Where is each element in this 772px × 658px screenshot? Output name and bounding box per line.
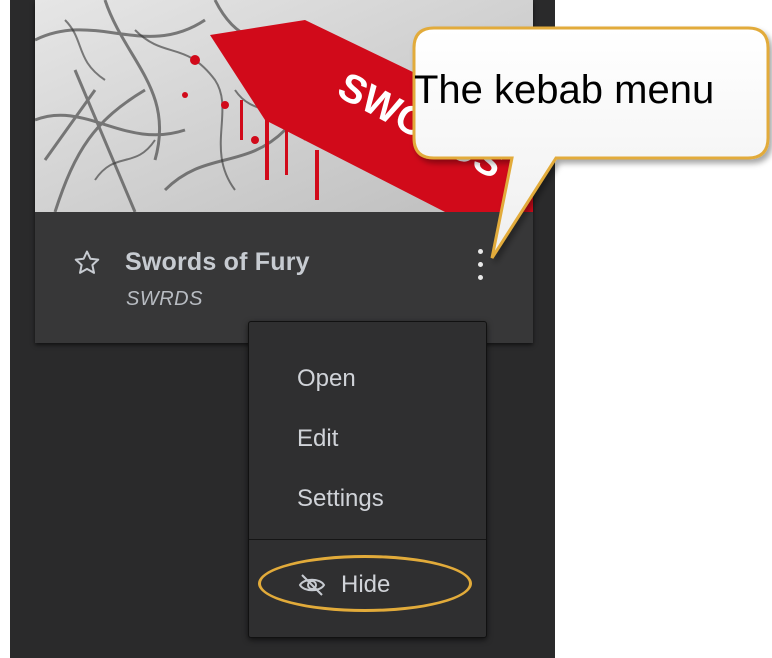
- project-title[interactable]: Swords of Fury: [125, 248, 310, 277]
- project-key: SWRDS: [126, 288, 203, 310]
- menu-item-settings[interactable]: Settings: [249, 474, 486, 524]
- menu-item-edit[interactable]: Edit: [249, 414, 486, 464]
- kebab-dot: [478, 275, 483, 280]
- menu-item-hide-label: Hide: [341, 571, 391, 598]
- star-outline-icon[interactable]: [72, 248, 102, 278]
- menu-divider: [249, 539, 486, 540]
- kebab-icon[interactable]: [470, 246, 492, 284]
- kebab-dot: [478, 249, 483, 254]
- kebab-dropdown-menu: Open Edit Settings Hide: [248, 321, 487, 638]
- kebab-dot: [478, 262, 483, 267]
- project-card[interactable]: SWORDS OF FURY Swords of Fury SWRDS: [35, 0, 533, 343]
- menu-item-open[interactable]: Open: [249, 354, 486, 404]
- callout-text: The kebab menu: [414, 68, 715, 112]
- menu-item-hide[interactable]: Hide: [249, 560, 486, 610]
- eye-slash-icon: [298, 574, 326, 596]
